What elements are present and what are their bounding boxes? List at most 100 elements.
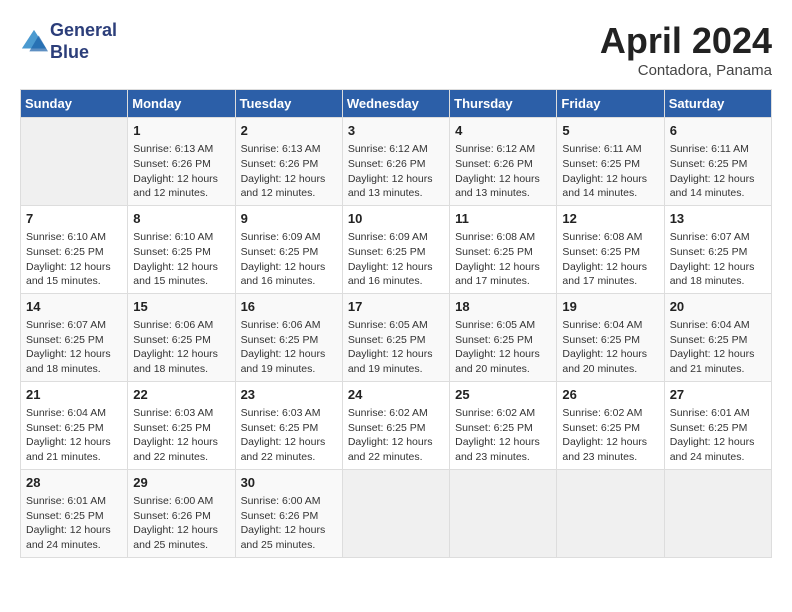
- day-number: 18: [455, 298, 551, 316]
- logo-icon: [20, 28, 48, 56]
- calendar-cell: 3 Sunrise: 6:12 AM Sunset: 6:26 PM Daylig…: [342, 118, 449, 206]
- day-number: 4: [455, 122, 551, 140]
- calendar-week-row: 28Sunrise: 6:01 AM Sunset: 6:25 PM Dayli…: [21, 469, 772, 557]
- day-number: 28: [26, 474, 122, 492]
- day-number: 12: [562, 210, 658, 228]
- day-info: Sunrise: 6:12 AM Sunset: 6:26 PM Dayligh…: [455, 142, 551, 201]
- calendar-cell: 10 Sunrise: 6:09 AM Sunset: 6:25 PM Dayli…: [342, 205, 449, 293]
- day-number: 10: [348, 210, 444, 228]
- day-info: Sunrise: 6:09 AM Sunset: 6:25 PM Dayligh…: [241, 230, 337, 289]
- page-header: General Blue April 2024 Contadora, Panam…: [20, 20, 772, 79]
- column-header-sunday: Sunday: [21, 90, 128, 118]
- month-title: April 2024: [600, 20, 772, 62]
- day-info: Sunrise: 6:02 AM Sunset: 6:25 PM Dayligh…: [455, 406, 551, 465]
- day-number: 3: [348, 122, 444, 140]
- calendar-cell: 5Sunrise: 6:11 AM Sunset: 6:25 PM Daylig…: [557, 118, 664, 206]
- calendar-cell: 8Sunrise: 6:10 AM Sunset: 6:25 PM Daylig…: [128, 205, 235, 293]
- day-number: 27: [670, 386, 766, 404]
- calendar-cell: 29 Sunrise: 6:00 AM Sunset: 6:26 PM Dayli…: [128, 469, 235, 557]
- day-info: Sunrise: 6:03 AM Sunset: 6:25 PM Dayligh…: [133, 406, 229, 465]
- calendar-cell: 7Sunrise: 6:10 AM Sunset: 6:25 PM Daylig…: [21, 205, 128, 293]
- day-info: Sunrise: 6:04 AM Sunset: 6:25 PM Dayligh…: [26, 406, 122, 465]
- calendar-cell: 24 Sunrise: 6:02 AM Sunset: 6:25 PM Dayli…: [342, 381, 449, 469]
- day-info: Sunrise: 6:03 AM Sunset: 6:25 PM Dayligh…: [241, 406, 337, 465]
- calendar-cell: 4 Sunrise: 6:12 AM Sunset: 6:26 PM Daylig…: [450, 118, 557, 206]
- day-info: Sunrise: 6:05 AM Sunset: 6:25 PM Dayligh…: [455, 318, 551, 377]
- day-number: 9: [241, 210, 337, 228]
- calendar-cell: [21, 118, 128, 206]
- calendar-cell: 1 Sunrise: 6:13 AM Sunset: 6:26 PM Daylig…: [128, 118, 235, 206]
- day-info: Sunrise: 6:00 AM Sunset: 6:26 PM Dayligh…: [241, 494, 337, 553]
- calendar-week-row: 1 Sunrise: 6:13 AM Sunset: 6:26 PM Daylig…: [21, 118, 772, 206]
- day-number: 24: [348, 386, 444, 404]
- day-info: Sunrise: 6:12 AM Sunset: 6:26 PM Dayligh…: [348, 142, 444, 201]
- calendar-cell: 26 Sunrise: 6:02 AM Sunset: 6:25 PM Dayli…: [557, 381, 664, 469]
- day-info: Sunrise: 6:02 AM Sunset: 6:25 PM Dayligh…: [562, 406, 658, 465]
- day-number: 20: [670, 298, 766, 316]
- day-info: Sunrise: 6:10 AM Sunset: 6:25 PM Dayligh…: [133, 230, 229, 289]
- calendar-cell: 23 Sunrise: 6:03 AM Sunset: 6:25 PM Dayli…: [235, 381, 342, 469]
- calendar-header-row: SundayMondayTuesdayWednesdayThursdayFrid…: [21, 90, 772, 118]
- day-number: 1: [133, 122, 229, 140]
- day-info: Sunrise: 6:06 AM Sunset: 6:25 PM Dayligh…: [241, 318, 337, 377]
- day-number: 14: [26, 298, 122, 316]
- day-number: 23: [241, 386, 337, 404]
- calendar-week-row: 21 Sunrise: 6:04 AM Sunset: 6:25 PM Dayli…: [21, 381, 772, 469]
- day-info: Sunrise: 6:00 AM Sunset: 6:26 PM Dayligh…: [133, 494, 229, 553]
- column-header-friday: Friday: [557, 90, 664, 118]
- day-number: 30: [241, 474, 337, 492]
- day-info: Sunrise: 6:09 AM Sunset: 6:25 PM Dayligh…: [348, 230, 444, 289]
- day-number: 22: [133, 386, 229, 404]
- day-number: 6: [670, 122, 766, 140]
- calendar-cell: [450, 469, 557, 557]
- calendar-cell: 14 Sunrise: 6:07 AM Sunset: 6:25 PM Dayli…: [21, 293, 128, 381]
- day-number: 16: [241, 298, 337, 316]
- calendar-cell: 11Sunrise: 6:08 AM Sunset: 6:25 PM Dayli…: [450, 205, 557, 293]
- day-number: 19: [562, 298, 658, 316]
- calendar-cell: 21 Sunrise: 6:04 AM Sunset: 6:25 PM Dayli…: [21, 381, 128, 469]
- day-info: Sunrise: 6:05 AM Sunset: 6:25 PM Dayligh…: [348, 318, 444, 377]
- calendar-cell: 27 Sunrise: 6:01 AM Sunset: 6:25 PM Dayli…: [664, 381, 771, 469]
- logo: General Blue: [20, 20, 117, 63]
- column-header-tuesday: Tuesday: [235, 90, 342, 118]
- calendar-cell: 22 Sunrise: 6:03 AM Sunset: 6:25 PM Dayli…: [128, 381, 235, 469]
- calendar-cell: 2 Sunrise: 6:13 AM Sunset: 6:26 PM Daylig…: [235, 118, 342, 206]
- day-number: 26: [562, 386, 658, 404]
- calendar-cell: 16 Sunrise: 6:06 AM Sunset: 6:25 PM Dayli…: [235, 293, 342, 381]
- day-number: 21: [26, 386, 122, 404]
- calendar-cell: 12Sunrise: 6:08 AM Sunset: 6:25 PM Dayli…: [557, 205, 664, 293]
- day-info: Sunrise: 6:01 AM Sunset: 6:25 PM Dayligh…: [670, 406, 766, 465]
- day-info: Sunrise: 6:07 AM Sunset: 6:25 PM Dayligh…: [26, 318, 122, 377]
- logo-line1: General: [50, 20, 117, 42]
- day-info: Sunrise: 6:11 AM Sunset: 6:25 PM Dayligh…: [670, 142, 766, 201]
- calendar-cell: 17 Sunrise: 6:05 AM Sunset: 6:25 PM Dayli…: [342, 293, 449, 381]
- day-number: 13: [670, 210, 766, 228]
- calendar-week-row: 14 Sunrise: 6:07 AM Sunset: 6:25 PM Dayli…: [21, 293, 772, 381]
- day-number: 17: [348, 298, 444, 316]
- calendar-cell: 28Sunrise: 6:01 AM Sunset: 6:25 PM Dayli…: [21, 469, 128, 557]
- day-info: Sunrise: 6:13 AM Sunset: 6:26 PM Dayligh…: [241, 142, 337, 201]
- calendar-cell: 25 Sunrise: 6:02 AM Sunset: 6:25 PM Dayli…: [450, 381, 557, 469]
- day-number: 5: [562, 122, 658, 140]
- day-info: Sunrise: 6:08 AM Sunset: 6:25 PM Dayligh…: [455, 230, 551, 289]
- day-info: Sunrise: 6:10 AM Sunset: 6:25 PM Dayligh…: [26, 230, 122, 289]
- column-header-thursday: Thursday: [450, 90, 557, 118]
- logo-text: General Blue: [50, 20, 117, 63]
- day-info: Sunrise: 6:04 AM Sunset: 6:25 PM Dayligh…: [670, 318, 766, 377]
- day-number: 2: [241, 122, 337, 140]
- column-header-wednesday: Wednesday: [342, 90, 449, 118]
- calendar-week-row: 7Sunrise: 6:10 AM Sunset: 6:25 PM Daylig…: [21, 205, 772, 293]
- day-info: Sunrise: 6:04 AM Sunset: 6:25 PM Dayligh…: [562, 318, 658, 377]
- day-number: 29: [133, 474, 229, 492]
- logo-line2: Blue: [50, 42, 117, 64]
- day-number: 25: [455, 386, 551, 404]
- day-info: Sunrise: 6:06 AM Sunset: 6:25 PM Dayligh…: [133, 318, 229, 377]
- calendar-cell: 18 Sunrise: 6:05 AM Sunset: 6:25 PM Dayli…: [450, 293, 557, 381]
- day-info: Sunrise: 6:02 AM Sunset: 6:25 PM Dayligh…: [348, 406, 444, 465]
- calendar-cell: [664, 469, 771, 557]
- column-header-saturday: Saturday: [664, 90, 771, 118]
- calendar-cell: 30 Sunrise: 6:00 AM Sunset: 6:26 PM Dayli…: [235, 469, 342, 557]
- day-info: Sunrise: 6:13 AM Sunset: 6:26 PM Dayligh…: [133, 142, 229, 201]
- calendar-cell: 6 Sunrise: 6:11 AM Sunset: 6:25 PM Daylig…: [664, 118, 771, 206]
- calendar-cell: 20 Sunrise: 6:04 AM Sunset: 6:25 PM Dayli…: [664, 293, 771, 381]
